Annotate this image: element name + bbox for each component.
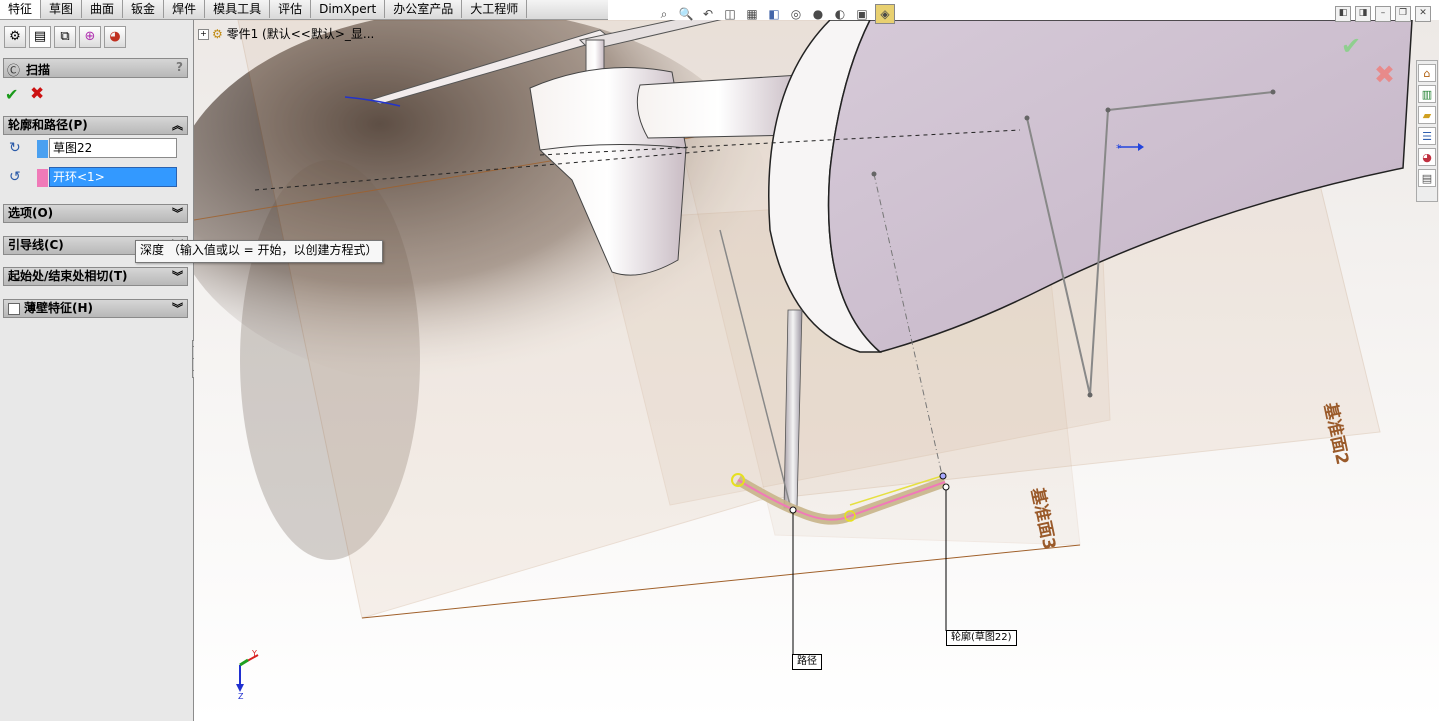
axis-z-label: Z <box>238 692 244 701</box>
hide-show-icon[interactable]: ◎ <box>787 5 805 23</box>
command-manager-tabs: 特征 草图 曲面 钣金 焊件 模具工具 评估 DimXpert 办公室产品 大工… <box>0 0 608 20</box>
view-palette-icon[interactable]: ☰ <box>1418 127 1436 145</box>
configuration-manager-icon[interactable]: ⧉ <box>54 26 76 48</box>
help-button[interactable]: ? <box>176 60 183 74</box>
path-selection-field[interactable]: 开环<1> <box>49 167 177 187</box>
tab-weldments[interactable]: 焊件 <box>164 0 206 18</box>
part-name: 零件1 (默认<<默认>_显... <box>226 27 375 41</box>
window-controls: ◧ ◨ – ❐ ✕ <box>1335 6 1431 22</box>
property-manager-panel: ⚙ ▤ ⧉ ⊕ ◕ Ⓒ 扫描 ? ✔ ✖ 轮廓和路径(P) ︽ ↻ 草图22 ↺… <box>0 20 194 721</box>
tab-evaluate[interactable]: 评估 <box>270 0 312 18</box>
tab-surfaces[interactable]: 曲面 <box>82 0 124 18</box>
options-group-label: 选项(O) <box>8 206 54 220</box>
property-manager-icon[interactable]: ▤ <box>29 26 51 48</box>
feature-title-bar: Ⓒ 扫描 ? <box>3 58 188 79</box>
tab-office-products[interactable]: 办公室产品 <box>385 0 463 18</box>
tab-mold-tools[interactable]: 模具工具 <box>205 0 271 18</box>
sweep-icon: Ⓒ <box>7 64 21 79</box>
close-icon[interactable]: ✕ <box>1415 6 1431 22</box>
part-icon: ⚙ <box>212 27 223 41</box>
axis-y-label: Y <box>252 649 257 658</box>
file-explorer-icon[interactable]: ▰ <box>1418 106 1436 124</box>
tab-sheet-metal[interactable]: 钣金 <box>123 0 165 18</box>
tab-engineer[interactable]: 大工程师 <box>462 0 528 18</box>
view-settings-icon[interactable]: ▣ <box>853 5 871 23</box>
apply-scene-icon[interactable]: ◐ <box>831 5 849 23</box>
tab-dimxpert[interactable]: DimXpert <box>311 0 386 18</box>
path-row: ↺ 开环<1> <box>5 167 185 189</box>
restore-icon[interactable]: ❐ <box>1395 6 1411 22</box>
custom-properties-icon[interactable]: ▤ <box>1418 169 1436 187</box>
confirm-cancel-button[interactable]: ✖ <box>1374 60 1395 89</box>
profile-selection-field[interactable]: 草图22 <box>49 138 177 158</box>
tangency-group-label: 起始处/结束处相切(T) <box>8 269 128 283</box>
tab-features[interactable]: 特征 <box>0 0 42 19</box>
view-orientation-icon[interactable]: ▦ <box>743 5 761 23</box>
path-icon: ↺ <box>9 169 21 185</box>
model-view: * <box>194 20 1439 721</box>
thin-feature-group-header[interactable]: 薄壁特征(H) ︾ <box>3 299 188 318</box>
guides-group-label: 引导线(C) <box>8 238 64 252</box>
previous-view-icon[interactable]: ↶ <box>699 5 717 23</box>
tangency-group-header[interactable]: 起始处/结束处相切(T) ︾ <box>3 267 188 286</box>
profile-path-group-label: 轮廓和路径(P) <box>8 118 88 132</box>
feature-manager-icon[interactable]: ⚙ <box>4 26 26 48</box>
display-style-icon[interactable]: ◧ <box>765 5 783 23</box>
expand-chevron-icon[interactable]: ︾ <box>172 268 183 285</box>
collapse-chevron-icon[interactable]: ︽ <box>172 117 183 134</box>
profile-icon: ↻ <box>9 140 21 156</box>
tile-right-icon[interactable]: ◨ <box>1355 6 1371 22</box>
graphics-area[interactable]: * 基准面2 基准面3 Y Z <box>194 20 1439 721</box>
expand-icon[interactable]: + <box>198 29 209 40</box>
cancel-button[interactable]: ✖ <box>30 84 44 104</box>
tile-left-icon[interactable]: ◧ <box>1335 6 1351 22</box>
edit-appearance-icon[interactable]: ● <box>809 5 827 23</box>
svg-text:*: * <box>1116 142 1122 155</box>
path-color-swatch <box>37 169 48 187</box>
profile-path-group-header[interactable]: 轮廓和路径(P) ︽ <box>3 116 188 135</box>
expand-chevron-icon[interactable]: ︾ <box>172 300 183 317</box>
minimize-icon[interactable]: – <box>1375 6 1391 22</box>
expand-chevron-icon[interactable]: ︾ <box>172 205 183 222</box>
appearances-icon[interactable]: ◕ <box>1418 148 1436 166</box>
task-pane: ⌂ ▥ ▰ ☰ ◕ ▤ <box>1416 60 1438 202</box>
zoom-to-fit-icon[interactable]: ⌕ <box>655 5 673 23</box>
profile-row: ↻ 草图22 <box>5 138 185 160</box>
ok-button[interactable]: ✔ <box>5 85 18 104</box>
thin-feature-checkbox[interactable] <box>8 303 20 315</box>
section-view-icon[interactable]: ◫ <box>721 5 739 23</box>
tab-sketch[interactable]: 草图 <box>41 0 83 18</box>
feature-tree-root[interactable]: + ⚙ 零件1 (默认<<默认>_显... <box>198 25 374 42</box>
display-manager-icon[interactable]: ◕ <box>104 26 126 48</box>
options-group-header[interactable]: 选项(O) ︾ <box>3 204 188 223</box>
dimxpert-manager-icon[interactable]: ⊕ <box>79 26 101 48</box>
profile-color-swatch <box>37 140 48 158</box>
confirm-ok-button[interactable]: ✔ <box>1341 32 1361 60</box>
profile-callout[interactable]: 轮廓(草图22) <box>946 630 1017 646</box>
feature-title: 扫描 <box>26 63 51 77</box>
depth-tooltip: 深度 （输入值或以 = 开始，以创建方程式） <box>135 240 383 263</box>
path-callout[interactable]: 路径 <box>792 654 822 670</box>
design-library-icon[interactable]: ▥ <box>1418 85 1436 103</box>
manager-tabs: ⚙ ▤ ⧉ ⊕ ◕ <box>0 20 193 50</box>
realview-icon[interactable]: ◈ <box>875 4 895 24</box>
heads-up-toolbar: ⌕ 🔍 ↶ ◫ ▦ ◧ ◎ ● ◐ ▣ ◈ <box>655 3 895 25</box>
resources-icon[interactable]: ⌂ <box>1418 64 1436 82</box>
thin-feature-group-label: 薄壁特征(H) <box>24 301 94 315</box>
zoom-area-icon[interactable]: 🔍 <box>677 5 695 23</box>
